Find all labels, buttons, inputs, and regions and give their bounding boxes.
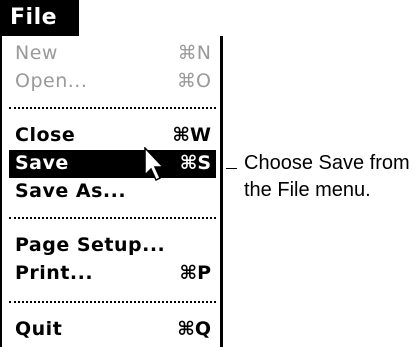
callout-text: Choose Save from the File menu. (244, 150, 410, 204)
menu-item-save-as[interactable]: Save As... (9, 178, 216, 206)
menu-item-close[interactable]: Close ⌘W (9, 122, 216, 150)
menu-item-new: New ⌘N (9, 40, 216, 68)
file-menu-dropdown: New ⌘N Open... ⌘O Close ⌘W Save ⌘S Save … (0, 36, 223, 347)
menu-item-print[interactable]: Print... ⌘P (9, 260, 216, 288)
menu-item-label: Save (15, 152, 69, 174)
arrow-cursor-icon (144, 147, 165, 182)
menu-item-label: Quit (15, 318, 63, 340)
menu-item-shortcut: ⌘W (172, 124, 211, 146)
menu-item-label: New (15, 42, 58, 64)
callout-line-1: Choose Save from (244, 152, 410, 174)
menu-item-shortcut: ⌘S (179, 152, 211, 174)
menu-separator (9, 217, 216, 219)
menu-item-shortcut: ⌘N (177, 42, 211, 64)
menu-separator (9, 301, 216, 303)
menu-item-shortcut: ⌘P (179, 262, 211, 284)
menu-item-label: Print... (15, 262, 94, 284)
menu-separator (9, 107, 216, 109)
menu-item-save[interactable]: Save ⌘S (9, 150, 216, 178)
callout-line-2: the File menu. (244, 179, 371, 201)
menu-item-label: Open... (15, 70, 88, 92)
menu-item-shortcut: ⌘Q (177, 318, 211, 340)
menu-item-label: Close (15, 124, 76, 146)
menu-item-label: Page Setup... (15, 234, 166, 256)
menu-item-page-setup[interactable]: Page Setup... (9, 232, 216, 260)
menu-item-shortcut: ⌘O (177, 70, 211, 92)
callout-leader-line (226, 168, 237, 169)
menu-item-quit[interactable]: Quit ⌘Q (9, 316, 216, 344)
menu-item-label: Save As... (15, 180, 127, 202)
menu-item-open: Open... ⌘O (9, 68, 216, 96)
file-menu-title[interactable]: File (0, 0, 79, 36)
